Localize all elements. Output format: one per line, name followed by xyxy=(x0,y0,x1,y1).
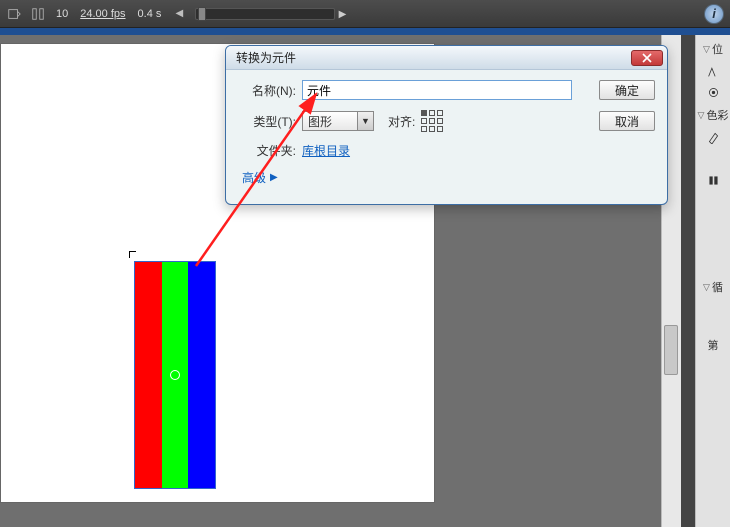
fps-display[interactable]: 24.00 fps xyxy=(78,8,127,20)
panel-position[interactable]: ▽位 xyxy=(703,39,723,59)
selected-shape[interactable] xyxy=(134,261,216,489)
timeline-toolbar: 10 24.00 fps 0.4 s ◀ ▶ i xyxy=(0,0,730,28)
slider-handle[interactable] xyxy=(198,7,206,21)
panel-page[interactable]: 第 xyxy=(708,335,719,355)
marker-icon[interactable] xyxy=(30,6,46,22)
convert-to-symbol-dialog: 转换为元件 名称(N): 确定 类型(T): 图形 ▼ 对齐: 取消 xyxy=(225,45,668,205)
name-label: 名称(N): xyxy=(242,82,296,99)
loop-icon[interactable] xyxy=(6,6,22,22)
folder-link[interactable]: 库根目录 xyxy=(302,142,350,159)
scrollbar-thumb[interactable] xyxy=(664,325,678,375)
cancel-button[interactable]: 取消 xyxy=(599,111,655,131)
timeline-slider[interactable]: ▶ xyxy=(195,8,335,20)
panel-gap xyxy=(681,35,695,527)
panel-color[interactable]: ▽色彩 xyxy=(698,105,729,125)
prev-frame-icon[interactable]: ◀ xyxy=(171,6,187,22)
current-frame[interactable]: 10 xyxy=(54,8,70,20)
advanced-toggle[interactable]: 高级▶ xyxy=(242,169,655,186)
time-display: 0.4 s xyxy=(136,8,164,20)
stripe-red xyxy=(135,262,162,488)
ruler xyxy=(0,28,730,35)
type-select[interactable]: 图形 ▼ xyxy=(302,111,374,131)
panel-tool-2[interactable] xyxy=(707,84,720,101)
type-value: 图形 xyxy=(303,113,357,130)
ok-button[interactable]: 确定 xyxy=(599,80,655,100)
dialog-title: 转换为元件 xyxy=(236,49,631,66)
align-label: 对齐: xyxy=(388,113,415,130)
registration-grid[interactable] xyxy=(421,110,443,132)
name-input[interactable] xyxy=(302,80,572,100)
panel-tool-3[interactable] xyxy=(707,172,720,189)
right-panel-strip: ▽位 ▽色彩 ▽循 第 xyxy=(695,35,730,527)
close-button[interactable] xyxy=(631,50,663,66)
type-label: 类型(T): xyxy=(242,113,296,130)
anchor-point[interactable] xyxy=(170,370,180,380)
stripe-blue xyxy=(188,262,215,488)
info-icon[interactable]: i xyxy=(704,4,724,24)
chevron-down-icon[interactable]: ▼ xyxy=(357,112,373,130)
panel-tool-1[interactable] xyxy=(707,63,720,80)
panel-loop[interactable]: ▽循 xyxy=(703,277,723,297)
dialog-titlebar[interactable]: 转换为元件 xyxy=(226,46,667,70)
folder-label: 文件夹: xyxy=(242,142,296,159)
panel-pen-icon[interactable] xyxy=(707,129,720,146)
chevron-right-icon: ▶ xyxy=(270,172,278,183)
